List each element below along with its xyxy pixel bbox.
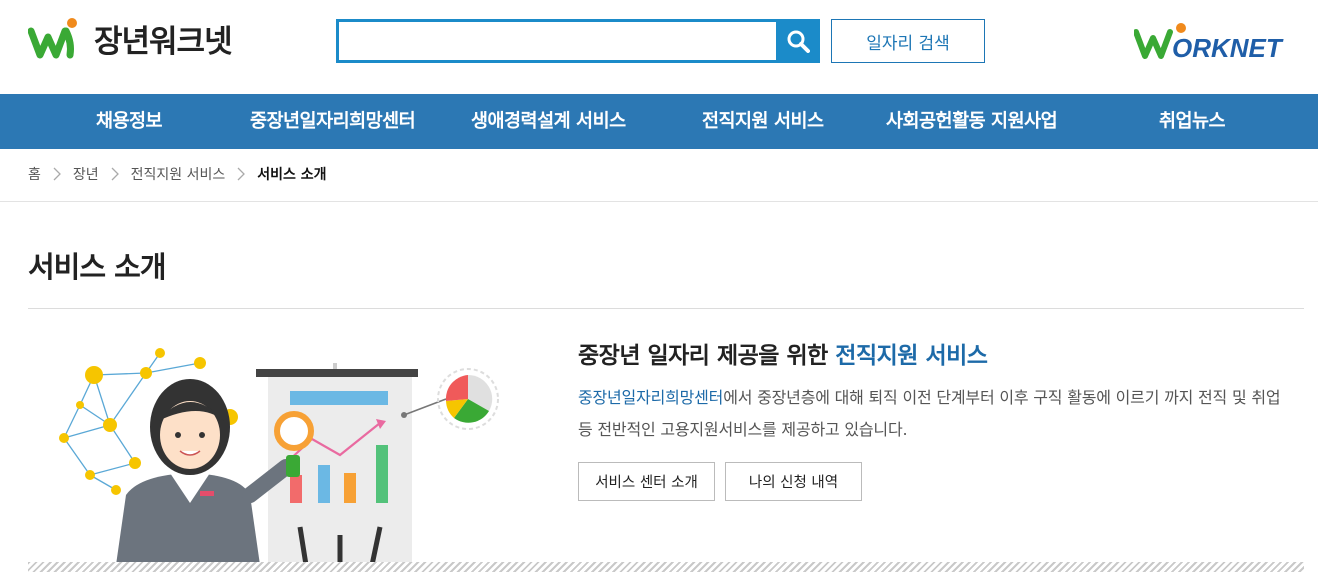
site-header: 장년워크넷 일자리 검색 ORKNET — [0, 0, 1318, 94]
nav-item-career-design[interactable]: 생애경력설계 서비스 — [471, 94, 626, 149]
nav-item-jobs[interactable]: 채용정보 — [96, 94, 163, 149]
nav-item-transition-support[interactable]: 전직지원 서비스 — [702, 94, 824, 149]
chevron-right-icon — [237, 167, 246, 181]
worknet-logo-text: ORKNET — [1172, 33, 1284, 63]
worknet-logo[interactable]: ORKNET — [1134, 22, 1306, 64]
chevron-right-icon — [111, 167, 119, 181]
logo-mark-icon — [28, 17, 77, 58]
search-input[interactable] — [336, 19, 776, 63]
search-bar — [336, 19, 820, 63]
service-heading-prefix: 중장년 일자리 제공을 위한 — [578, 343, 836, 369]
page-title: 서비스 소개 — [28, 250, 166, 284]
breadcrumb-current: 서비스 소개 — [257, 167, 327, 183]
my-application-history-button[interactable]: 나의 신청 내역 — [725, 462, 862, 501]
logo-text: 장년워크넷 — [94, 24, 233, 60]
service-description-highlight: 중장년일자리희망센터 — [578, 388, 724, 407]
search-icon — [787, 30, 810, 53]
service-heading-highlight: 전직지원 서비스 — [835, 343, 988, 369]
service-heading: 중장년 일자리 제공을 위한 전직지원 서비스 — [578, 336, 988, 370]
site-logo[interactable]: 장년워크넷 — [28, 16, 233, 61]
service-illustration — [59, 348, 499, 565]
title-divider — [28, 308, 1304, 309]
breadcrumb-home[interactable]: 홈 — [28, 164, 41, 184]
breadcrumb-senior[interactable]: 장년 — [73, 164, 99, 184]
breadcrumb: 홈 장년 전직지원 서비스 서비스 소개 — [28, 162, 327, 186]
hatched-divider — [28, 562, 1304, 572]
service-center-button[interactable]: 서비스 센터 소개 — [578, 462, 715, 501]
breadcrumb-transition[interactable]: 전직지원 서비스 — [131, 164, 226, 184]
chevron-right-icon — [53, 167, 61, 181]
breadcrumb-divider — [0, 201, 1318, 202]
service-description: 중장년일자리희망센터에서 중장년층에 대해 퇴직 이전 단계부터 이후 구직 활… — [578, 382, 1290, 446]
nav-item-hope-center[interactable]: 중장년일자리희망센터 — [250, 94, 416, 149]
nav-item-news[interactable]: 취업뉴스 — [1159, 94, 1226, 149]
job-search-button[interactable]: 일자리 검색 — [831, 19, 985, 63]
main-nav: 채용정보 중장년일자리희망센터 생애경력설계 서비스 전직지원 서비스 사회공헌… — [0, 94, 1318, 149]
nav-item-social-contribution[interactable]: 사회공헌활동 지원사업 — [886, 94, 1058, 149]
search-button[interactable] — [776, 19, 820, 63]
